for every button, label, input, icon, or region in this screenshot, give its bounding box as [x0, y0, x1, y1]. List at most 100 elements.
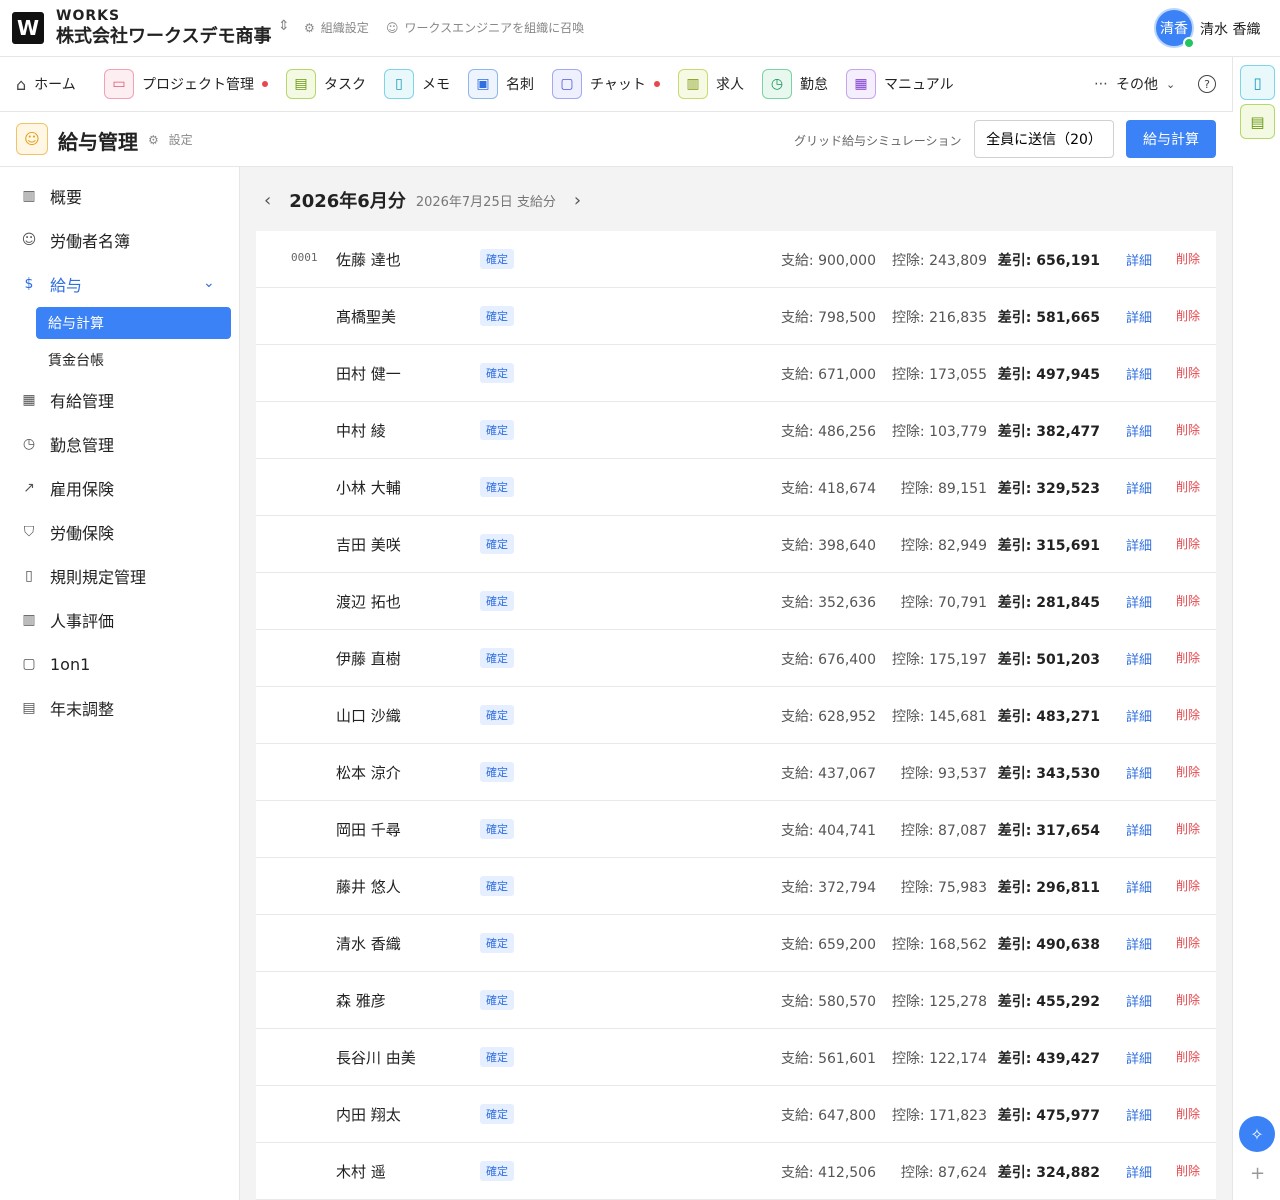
sidebar-item-year-end[interactable]: ▤ 年末調整 [20, 696, 114, 720]
task-panel-button[interactable]: ▤ [1240, 104, 1275, 139]
table-row[interactable]: 吉田 美咲 確定 支給: 398,640 控除: 82,949 差引: 315,691 詳… [256, 516, 1216, 573]
table-row[interactable]: 木村 遥 確定 支給: 412,506 控除: 87,624 差引: 324,882 詳細… [256, 1143, 1216, 1200]
sidebar-item-1on1[interactable]: ▢ 1on1 [20, 652, 90, 676]
detail-link[interactable]: 詳細 [1126, 820, 1152, 839]
chevron-down-icon[interactable]: ⌄ [203, 275, 215, 291]
table-row[interactable]: 伊藤 直樹 確定 支給: 676,400 控除: 175,197 差引: 501,203… [256, 630, 1216, 687]
detail-link[interactable]: 詳細 [1126, 592, 1152, 611]
detail-link[interactable]: 詳細 [1126, 307, 1152, 326]
page-settings-link[interactable]: ⚙ 設定 [148, 131, 193, 148]
nav-chat[interactable]: ▢ チャット [552, 69, 660, 99]
sidebar-item-overview[interactable]: ▥ 概要 [20, 184, 82, 208]
delete-link[interactable]: 削除 [1176, 535, 1200, 552]
detail-link[interactable]: 詳細 [1126, 364, 1152, 383]
sidebar-subitem-wage-ledger[interactable]: 賃金台帳 [48, 350, 104, 370]
sidebar-item-employment-insurance[interactable]: ↗ 雇用保険 [20, 476, 114, 500]
nav-home[interactable]: ⌂ ホーム [16, 69, 76, 99]
sidebar-item-paid-leave[interactable]: ▦ 有給管理 [20, 388, 114, 412]
delete-link[interactable]: 削除 [1176, 934, 1200, 951]
grid-simulation-link[interactable]: グリッド給与シミュレーション [794, 132, 962, 149]
delete-link[interactable]: 削除 [1176, 1048, 1200, 1065]
table-row[interactable]: 中村 綾 確定 支給: 486,256 控除: 103,779 差引: 382,477 詳… [256, 402, 1216, 459]
detail-link[interactable]: 詳細 [1126, 250, 1152, 269]
table-row[interactable]: 森 雅彦 確定 支給: 580,570 控除: 125,278 差引: 455,292 詳… [256, 972, 1216, 1029]
table-row[interactable]: 長谷川 由美 確定 支給: 561,601 控除: 122,174 差引: 439,42… [256, 1029, 1216, 1086]
deduction: 控除: 145,681 [891, 709, 987, 725]
nav-task[interactable]: ▤ タスク [286, 69, 366, 99]
detail-link[interactable]: 詳細 [1126, 763, 1152, 782]
table-row[interactable]: 山口 沙織 確定 支給: 628,952 控除: 145,681 差引: 483,271… [256, 687, 1216, 744]
user-name[interactable]: 清水 香織 [1200, 19, 1260, 39]
sidebar-item-label: 規則規定管理 [50, 568, 147, 587]
detail-link[interactable]: 詳細 [1126, 934, 1152, 953]
chevron-left-icon[interactable]: ‹ [264, 190, 271, 211]
delete-link[interactable]: 削除 [1176, 1105, 1200, 1122]
ai-assistant-button[interactable]: ✧ [1239, 1116, 1275, 1152]
nav-card[interactable]: ▣ 名刺 [468, 69, 534, 99]
delete-link[interactable]: 削除 [1176, 877, 1200, 894]
table-row[interactable]: 小林 大輔 確定 支給: 418,674 控除: 89,151 差引: 329,523 詳… [256, 459, 1216, 516]
sidebar-item-attendance[interactable]: ◷ 勤怠管理 [20, 432, 114, 456]
gross-pay: 支給: 418,674 [780, 481, 876, 497]
detail-link[interactable]: 詳細 [1126, 649, 1152, 668]
send-all-button[interactable]: 全員に送信（20） [974, 120, 1114, 158]
table-row[interactable]: 田村 健一 確定 支給: 671,000 控除: 173,055 差引: 497,945… [256, 345, 1216, 402]
delete-link[interactable]: 削除 [1176, 1162, 1200, 1179]
sidebar-subitem-payroll[interactable]: 給与計算 [36, 307, 231, 339]
payroll-calc-button[interactable]: 給与計算 [1126, 120, 1216, 158]
delete-link[interactable]: 削除 [1176, 763, 1200, 780]
delete-link[interactable]: 削除 [1176, 649, 1200, 666]
sidebar-item-rules[interactable]: ▯ 規則規定管理 [20, 564, 146, 588]
nav-project[interactable]: ▭ プロジェクト管理 [104, 69, 268, 99]
delete-link[interactable]: 削除 [1176, 706, 1200, 723]
detail-link[interactable]: 詳細 [1126, 877, 1152, 896]
sidebar-item-evaluation[interactable]: ▥ 人事評価 [20, 608, 114, 632]
delete-link[interactable]: 削除 [1176, 307, 1200, 324]
detail-link[interactable]: 詳細 [1126, 535, 1152, 554]
nav-memo[interactable]: ▯ メモ [384, 69, 450, 99]
deduction: 控除: 173,055 [891, 367, 987, 383]
nav-attendance[interactable]: ◷ 勤怠 [762, 69, 828, 99]
add-icon[interactable]: + [1250, 1163, 1265, 1184]
table-row[interactable]: 岡田 千尋 確定 支給: 404,741 控除: 87,087 差引: 317,654 詳… [256, 801, 1216, 858]
org-switcher[interactable]: WORKS 株式会社ワークスデモ商事 [56, 7, 271, 49]
table-row[interactable]: 藤井 悠人 確定 支給: 372,794 控除: 75,983 差引: 296,811 詳… [256, 858, 1216, 915]
delete-link[interactable]: 削除 [1176, 820, 1200, 837]
detail-link[interactable]: 詳細 [1126, 1162, 1152, 1181]
table-row[interactable]: 松本 涼介 確定 支給: 437,067 控除: 93,537 差引: 343,530 詳… [256, 744, 1216, 801]
delete-link[interactable]: 削除 [1176, 592, 1200, 609]
detail-link[interactable]: 詳細 [1126, 421, 1152, 440]
table-row[interactable]: 内田 翔太 確定 支給: 647,800 控除: 171,823 差引: 475,977… [256, 1086, 1216, 1143]
nav-manual[interactable]: ▦ マニュアル [846, 69, 954, 99]
nav-more[interactable]: ⋯ その他 ⌄ [1094, 69, 1175, 99]
detail-link[interactable]: 詳細 [1126, 991, 1152, 1010]
memo-panel-button[interactable]: ▯ [1240, 65, 1275, 100]
sidebar-item-salary[interactable]: $ 給与 [20, 272, 82, 296]
chevron-right-icon[interactable]: › [574, 190, 581, 211]
detail-link[interactable]: 詳細 [1126, 1048, 1152, 1067]
table-row[interactable]: 0001 佐藤 達也 確定 支給: 900,000 控除: 243,809 差引: 656… [256, 231, 1216, 288]
status-badge: 確定 [480, 477, 514, 497]
table-row[interactable]: 渡辺 拓也 確定 支給: 352,636 控除: 70,791 差引: 281,845 詳… [256, 573, 1216, 630]
employee-name: 長谷川 由美 [336, 1049, 416, 1067]
sidebar-item-labor-insurance[interactable]: ⛉ 労働保険 [20, 520, 114, 544]
detail-link[interactable]: 詳細 [1126, 706, 1152, 725]
help-button[interactable]: ? [1198, 69, 1216, 99]
sidebar-item-roster[interactable]: ☺ 労働者名簿 [20, 228, 130, 252]
table-row[interactable]: 髙橋聖美 確定 支給: 798,500 控除: 216,835 差引: 581,665 詳… [256, 288, 1216, 345]
delete-link[interactable]: 削除 [1176, 478, 1200, 495]
nav-job[interactable]: ▥ 求人 [678, 69, 744, 99]
delete-link[interactable]: 削除 [1176, 250, 1200, 267]
org-settings-link[interactable]: ⚙ 組織設定 [304, 19, 369, 36]
gross-pay: 支給: 412,506 [780, 1165, 876, 1181]
delete-link[interactable]: 削除 [1176, 364, 1200, 381]
detail-link[interactable]: 詳細 [1126, 478, 1152, 497]
works-logo[interactable]: W [12, 12, 44, 44]
detail-link[interactable]: 詳細 [1126, 1105, 1152, 1124]
delete-link[interactable]: 削除 [1176, 421, 1200, 438]
table-row[interactable]: 清水 香織 確定 支給: 659,200 控除: 168,562 差引: 490,638… [256, 915, 1216, 972]
delete-link[interactable]: 削除 [1176, 991, 1200, 1008]
nav-memo-label: メモ [422, 77, 450, 93]
chevron-updown-icon[interactable]: ⇕ [278, 18, 290, 34]
invite-engineer-link[interactable]: ☺ ワークスエンジニアを組織に召喚 [386, 19, 584, 36]
